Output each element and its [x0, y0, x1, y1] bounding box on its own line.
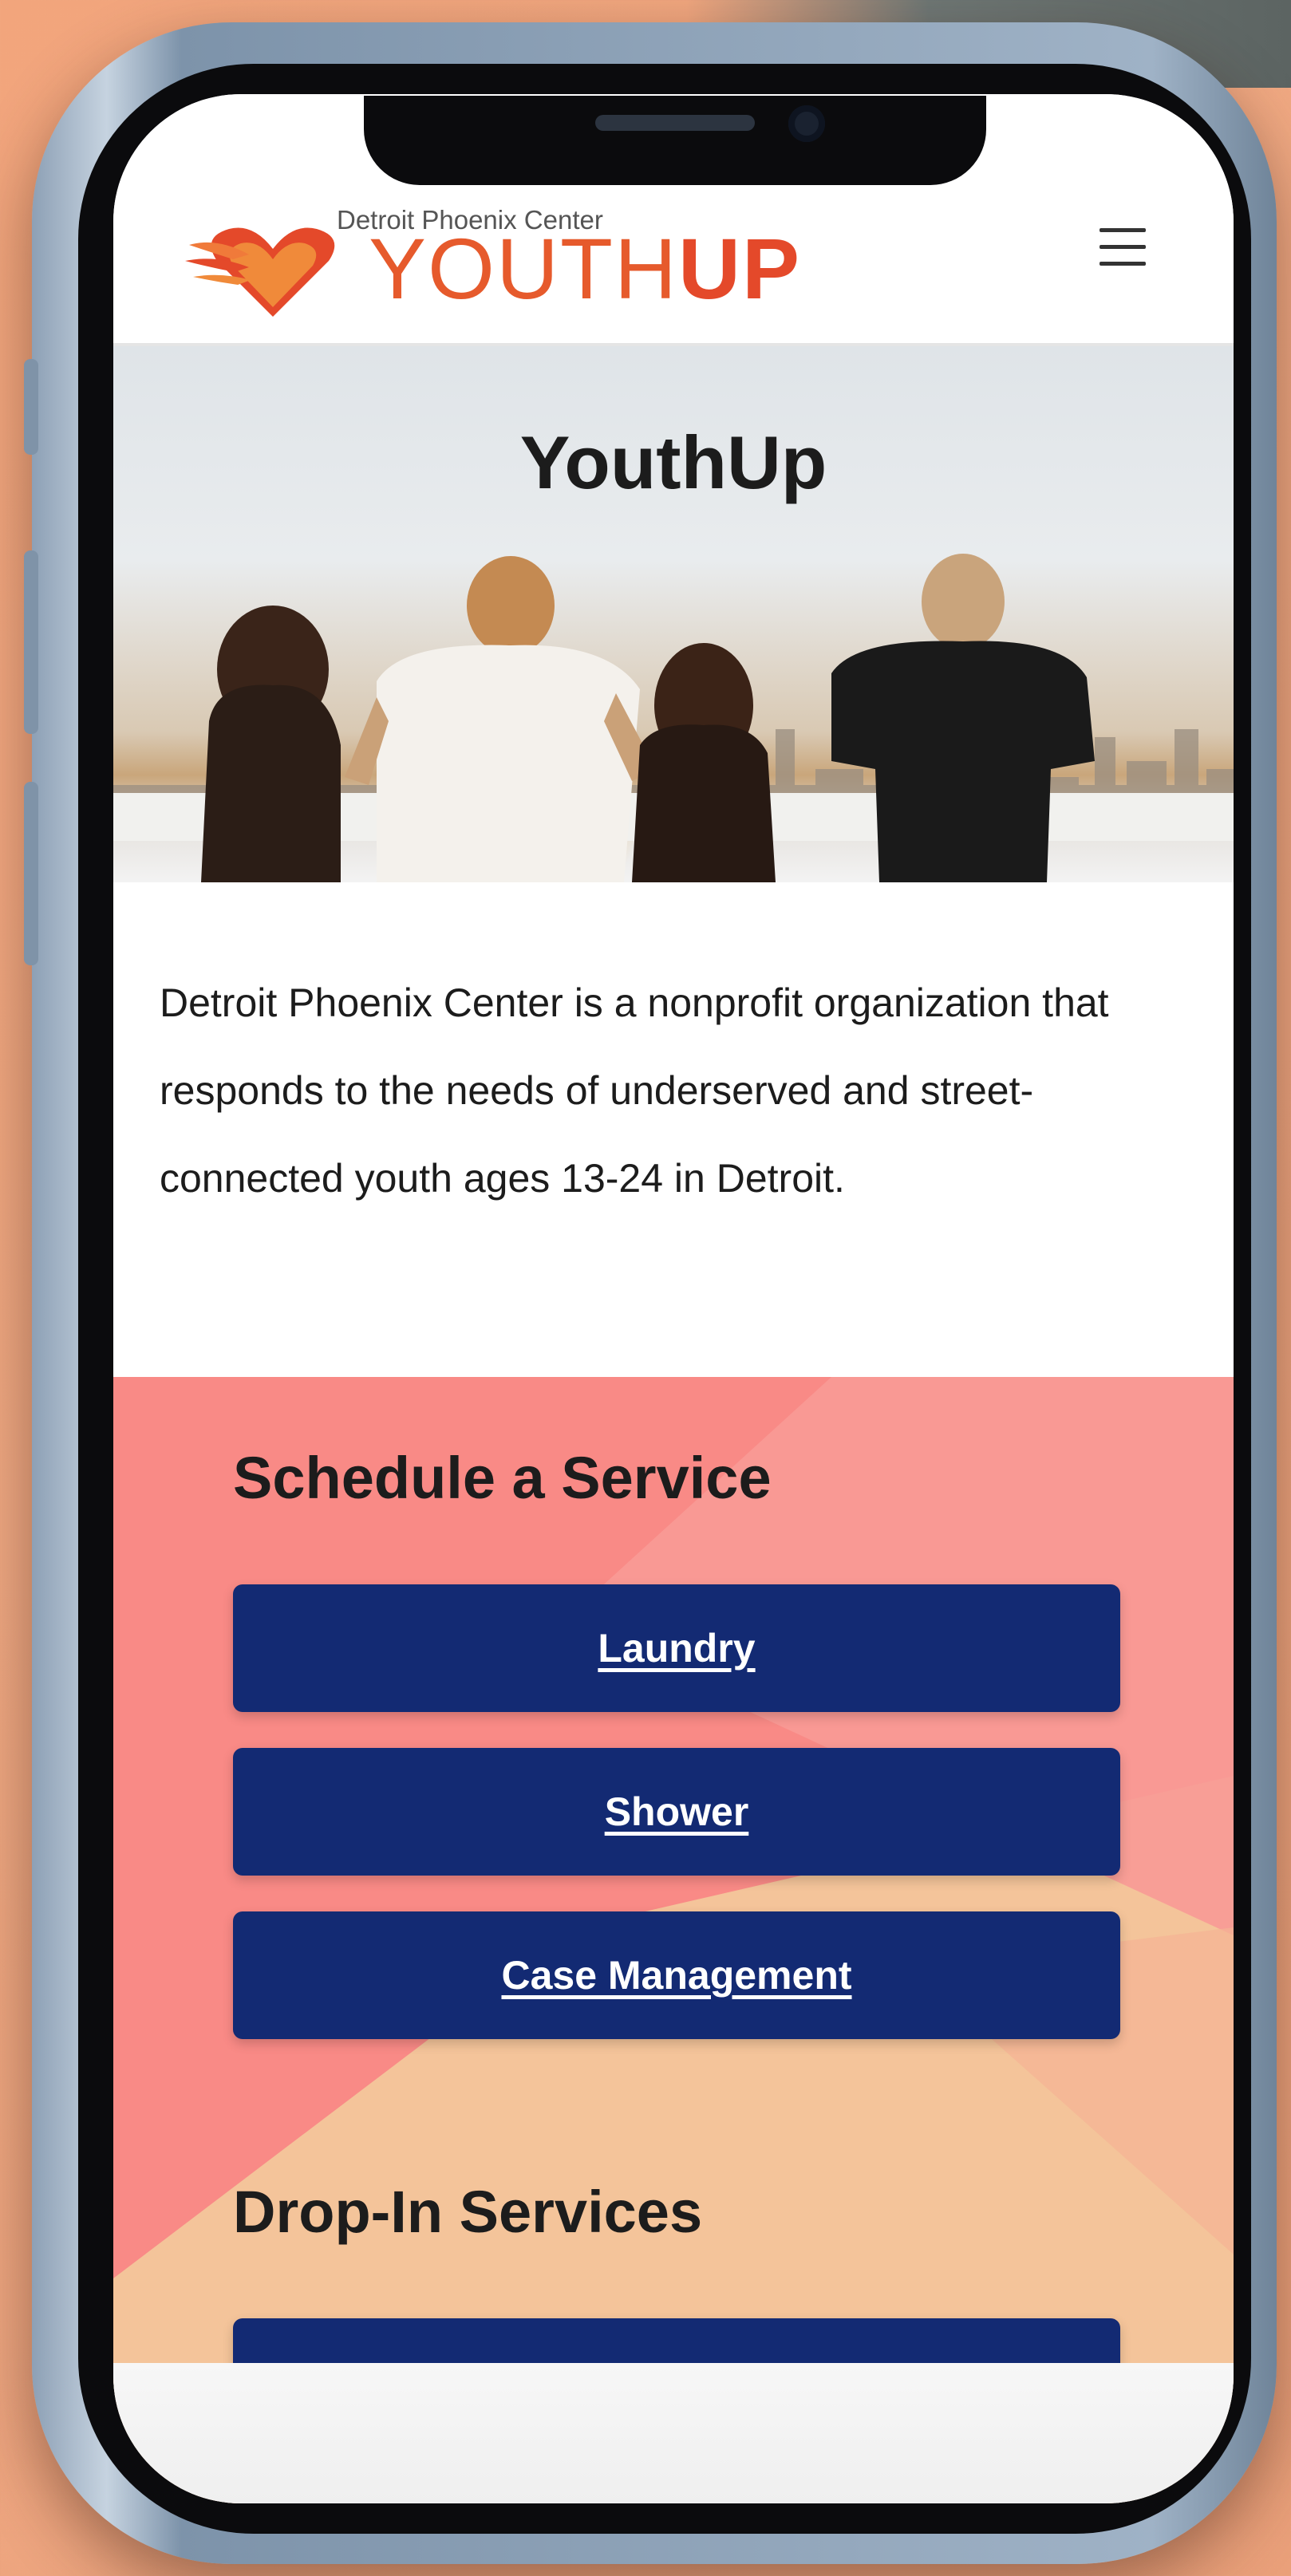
phone-side-button	[24, 359, 38, 455]
youth-group-photo	[201, 554, 1095, 882]
services-section: Schedule a Service Laundry Shower Case M…	[113, 1377, 1234, 2503]
shower-button[interactable]: Shower	[233, 1748, 1120, 1876]
schedule-service-title: Schedule a Service	[233, 1445, 772, 1511]
phone-volume-down	[24, 782, 38, 965]
speaker-grille	[595, 115, 755, 131]
phone-screen: Detroit Phoenix Center YOUTHUP YouthUp D…	[113, 94, 1234, 2503]
phoenix-heart-icon	[185, 227, 335, 317]
logo-youth-text: YOUTH	[369, 220, 678, 317]
laundry-button[interactable]: Laundry	[233, 1584, 1120, 1712]
hero-banner: YouthUp	[113, 346, 1234, 882]
logo-wordmark: YOUTHUP	[369, 226, 801, 312]
youthup-logo[interactable]: Detroit Phoenix Center YOUTHUP	[185, 202, 799, 322]
browser-bottom-bar	[113, 2363, 1234, 2503]
phone-notch	[364, 96, 986, 185]
drop-in-services-title: Drop-In Services	[233, 2179, 703, 2245]
case-management-button[interactable]: Case Management	[233, 1911, 1120, 2039]
front-camera	[788, 105, 825, 142]
intro-section: Detroit Phoenix Center is a nonprofit or…	[113, 882, 1234, 1377]
intro-text: Detroit Phoenix Center is a nonprofit or…	[160, 980, 1109, 1201]
logo-up-text: UP	[678, 220, 802, 317]
hero-title: YouthUp	[519, 420, 827, 504]
hamburger-menu-icon[interactable]	[1100, 228, 1146, 268]
phone-volume-up	[24, 550, 38, 734]
